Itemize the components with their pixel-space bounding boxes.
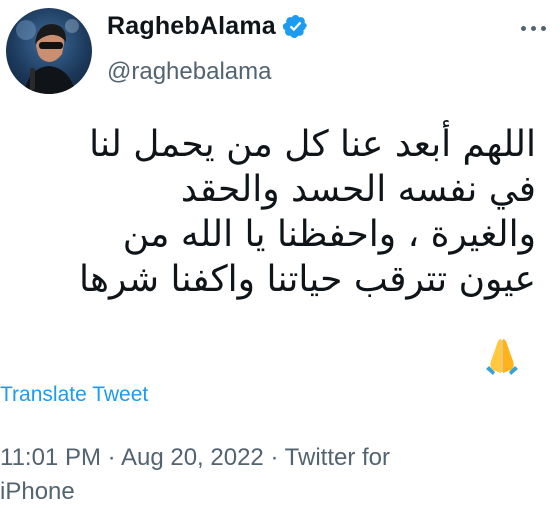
more-options-icon[interactable]	[521, 26, 546, 31]
author-name-row[interactable]: RaghebAlama	[107, 12, 309, 41]
avatar[interactable]	[6, 8, 92, 94]
meta-separator: ·	[107, 444, 116, 471]
author-display-name[interactable]: RaghebAlama	[107, 12, 276, 41]
tweet-meta: 11:01 PM · Aug 20, 2022 · Twitter for iP…	[0, 441, 470, 509]
author-handle[interactable]: @raghebalama	[107, 58, 271, 86]
verified-badge-icon	[282, 13, 309, 40]
translate-tweet-link[interactable]: Translate Tweet	[0, 383, 148, 407]
avatar-image	[16, 19, 79, 94]
tweet-date[interactable]: Aug 20, 2022	[121, 444, 264, 471]
meta-separator: ·	[270, 444, 279, 471]
folded-hands-icon	[482, 335, 522, 375]
tweet-time[interactable]: 11:01 PM	[0, 444, 101, 471]
tweet-text: اللهم أبعد عنا كل من يحمل لنا في نفسه ال…	[79, 124, 536, 300]
